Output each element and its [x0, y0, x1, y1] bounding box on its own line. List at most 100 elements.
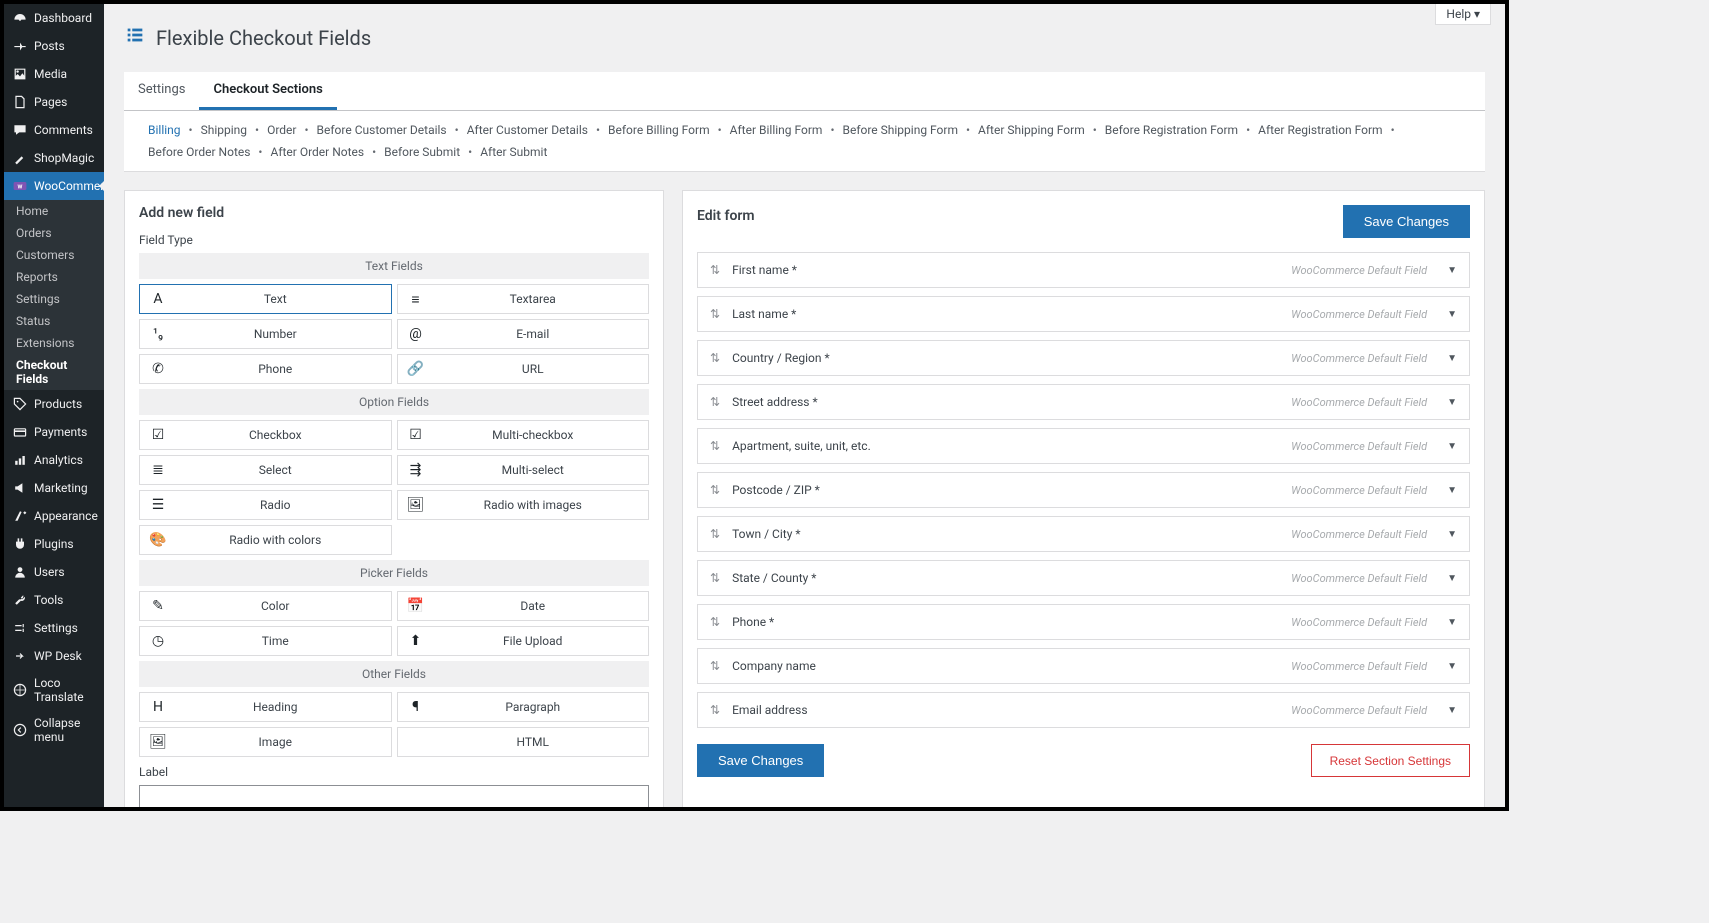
- label-input[interactable]: [139, 785, 649, 807]
- field-row[interactable]: ⇅Town / City *WooCommerce Default Field▼: [697, 516, 1470, 552]
- field-row[interactable]: ⇅Apartment, suite, unit, etc.WooCommerce…: [697, 428, 1470, 464]
- sidebar-item-collapse-menu[interactable]: Collapse menu: [4, 710, 104, 750]
- field-row[interactable]: ⇅State / County *WooCommerce Default Fie…: [697, 560, 1470, 596]
- sidebar-sub-settings[interactable]: Settings: [4, 288, 104, 310]
- reset-section-button[interactable]: Reset Section Settings: [1311, 744, 1470, 777]
- field-type-multi-select[interactable]: ⇶Multi-select: [397, 455, 650, 485]
- section-tab-after-order-notes[interactable]: After Order Notes: [266, 143, 368, 161]
- users-icon: [12, 564, 28, 580]
- sidebar-item-plugins[interactable]: Plugins: [4, 530, 104, 558]
- field-type-checkbox[interactable]: ☑Checkbox: [139, 420, 392, 450]
- sidebar-item-woocommerce[interactable]: WWooCommerce: [4, 172, 104, 200]
- sidebar-item-payments[interactable]: Payments: [4, 418, 104, 446]
- field-type-e-mail[interactable]: @E-mail: [397, 319, 650, 349]
- field-type-textarea[interactable]: ≡Textarea: [397, 284, 650, 314]
- section-tab-before-submit[interactable]: Before Submit: [380, 143, 464, 161]
- field-type-paragraph[interactable]: ¶Paragraph: [397, 692, 650, 722]
- sidebar-item-dashboard[interactable]: Dashboard: [4, 4, 104, 32]
- field-type-html[interactable]: HTML: [397, 727, 650, 757]
- sidebar-item-shopmagic[interactable]: ShopMagic: [4, 144, 104, 172]
- sidebar-sub-checkout-fields[interactable]: Checkout Fields: [4, 354, 104, 390]
- sidebar-item-settings[interactable]: Settings: [4, 614, 104, 642]
- drag-handle-icon[interactable]: ⇅: [710, 351, 720, 365]
- sidebar-sub-extensions[interactable]: Extensions: [4, 332, 104, 354]
- sidebar-item-pages[interactable]: Pages: [4, 88, 104, 116]
- section-tab-before-customer-details[interactable]: Before Customer Details: [313, 121, 451, 139]
- drag-handle-icon[interactable]: ⇅: [710, 571, 720, 585]
- sidebar-item-posts[interactable]: Posts: [4, 32, 104, 60]
- field-type-radio-with-colors[interactable]: 🎨Radio with colors: [139, 525, 392, 555]
- field-type-phone[interactable]: ✆Phone: [139, 354, 392, 384]
- field-row[interactable]: ⇅Company nameWooCommerce Default Field▼: [697, 648, 1470, 684]
- sidebar-sub-customers[interactable]: Customers: [4, 244, 104, 266]
- sidebar-item-wp-desk[interactable]: WP Desk: [4, 642, 104, 670]
- field-type-heading[interactable]: HHeading: [139, 692, 392, 722]
- field-type-date[interactable]: 📅Date: [397, 591, 650, 621]
- sidebar-item-tools[interactable]: Tools: [4, 586, 104, 614]
- field-row[interactable]: ⇅Street address *WooCommerce Default Fie…: [697, 384, 1470, 420]
- field-type-image[interactable]: 🖼Image: [139, 727, 392, 757]
- sidebar-item-marketing[interactable]: Marketing: [4, 474, 104, 502]
- sidebar-item-label: Media: [34, 67, 67, 81]
- sidebar-item-label: Payments: [34, 425, 87, 439]
- field-row[interactable]: ⇅Last name *WooCommerce Default Field▼: [697, 296, 1470, 332]
- drag-handle-icon[interactable]: ⇅: [710, 439, 720, 453]
- field-row[interactable]: ⇅Email addressWooCommerce Default Field▼: [697, 692, 1470, 728]
- field-row[interactable]: ⇅Country / Region *WooCommerce Default F…: [697, 340, 1470, 376]
- section-tab-before-billing-form[interactable]: Before Billing Form: [604, 121, 714, 139]
- save-button-top[interactable]: Save Changes: [1343, 205, 1470, 238]
- type-group-header: Text Fields: [139, 253, 649, 279]
- sidebar-item-analytics[interactable]: Analytics: [4, 446, 104, 474]
- field-row[interactable]: ⇅Postcode / ZIP *WooCommerce Default Fie…: [697, 472, 1470, 508]
- drag-handle-icon[interactable]: ⇅: [710, 483, 720, 497]
- section-tab-after-customer-details[interactable]: After Customer Details: [463, 121, 592, 139]
- type-icon: ☑: [406, 427, 426, 443]
- field-type-url[interactable]: 🔗URL: [397, 354, 650, 384]
- sidebar-item-media[interactable]: Media: [4, 60, 104, 88]
- field-type-number[interactable]: ¹₉Number: [139, 319, 392, 349]
- help-tab[interactable]: Help ▾: [1435, 4, 1491, 25]
- sidebar-item-users[interactable]: Users: [4, 558, 104, 586]
- section-tab-before-shipping-form[interactable]: Before Shipping Form: [839, 121, 962, 139]
- field-type-time[interactable]: ◷Time: [139, 626, 392, 656]
- section-tab-before-order-notes[interactable]: Before Order Notes: [144, 143, 254, 161]
- drag-handle-icon[interactable]: ⇅: [710, 659, 720, 673]
- nav-tab-checkout-sections[interactable]: Checkout Sections: [199, 72, 336, 110]
- section-tab-after-billing-form[interactable]: After Billing Form: [726, 121, 827, 139]
- separator-icon: •: [1093, 123, 1097, 137]
- sidebar-sub-home[interactable]: Home: [4, 200, 104, 222]
- drag-handle-icon[interactable]: ⇅: [710, 307, 720, 321]
- sidebar-item-comments[interactable]: Comments: [4, 116, 104, 144]
- field-type-radio-with-images[interactable]: 🖼Radio with images: [397, 490, 650, 520]
- sidebar-item-products[interactable]: Products: [4, 390, 104, 418]
- section-tab-shipping[interactable]: Shipping: [197, 121, 251, 139]
- sidebar-sub-status[interactable]: Status: [4, 310, 104, 332]
- section-tab-after-submit[interactable]: After Submit: [476, 143, 551, 161]
- save-button-bottom[interactable]: Save Changes: [697, 744, 824, 777]
- sidebar-sub-reports[interactable]: Reports: [4, 266, 104, 288]
- field-type-select[interactable]: ≣Select: [139, 455, 392, 485]
- sidebar-item-loco-translate[interactable]: Loco Translate: [4, 670, 104, 710]
- field-type-text[interactable]: AText: [139, 284, 392, 314]
- drag-handle-icon[interactable]: ⇅: [710, 395, 720, 409]
- field-type-radio[interactable]: ☰Radio: [139, 490, 392, 520]
- field-row[interactable]: ⇅First name *WooCommerce Default Field▼: [697, 252, 1470, 288]
- section-tab-after-registration-form[interactable]: After Registration Form: [1254, 121, 1386, 139]
- section-tab-billing[interactable]: Billing: [144, 121, 185, 139]
- section-tab-after-shipping-form[interactable]: After Shipping Form: [974, 121, 1089, 139]
- sidebar-item-appearance[interactable]: Appearance: [4, 502, 104, 530]
- field-type-color[interactable]: ✎Color: [139, 591, 392, 621]
- section-tab-order[interactable]: Order: [263, 121, 300, 139]
- field-type-file-upload[interactable]: ⬆File Upload: [397, 626, 650, 656]
- sidebar-sub-orders[interactable]: Orders: [4, 222, 104, 244]
- drag-handle-icon[interactable]: ⇅: [710, 615, 720, 629]
- drag-handle-icon[interactable]: ⇅: [710, 703, 720, 717]
- drag-handle-icon[interactable]: ⇅: [710, 527, 720, 541]
- field-row[interactable]: ⇅Phone *WooCommerce Default Field▼: [697, 604, 1470, 640]
- field-type-multi-checkbox[interactable]: ☑Multi-checkbox: [397, 420, 650, 450]
- nav-tab-settings[interactable]: Settings: [124, 72, 199, 110]
- type-icon: A: [148, 291, 168, 307]
- drag-handle-icon[interactable]: ⇅: [710, 263, 720, 277]
- section-tab-before-registration-form[interactable]: Before Registration Form: [1101, 121, 1242, 139]
- field-meta: WooCommerce Default Field: [1291, 660, 1427, 673]
